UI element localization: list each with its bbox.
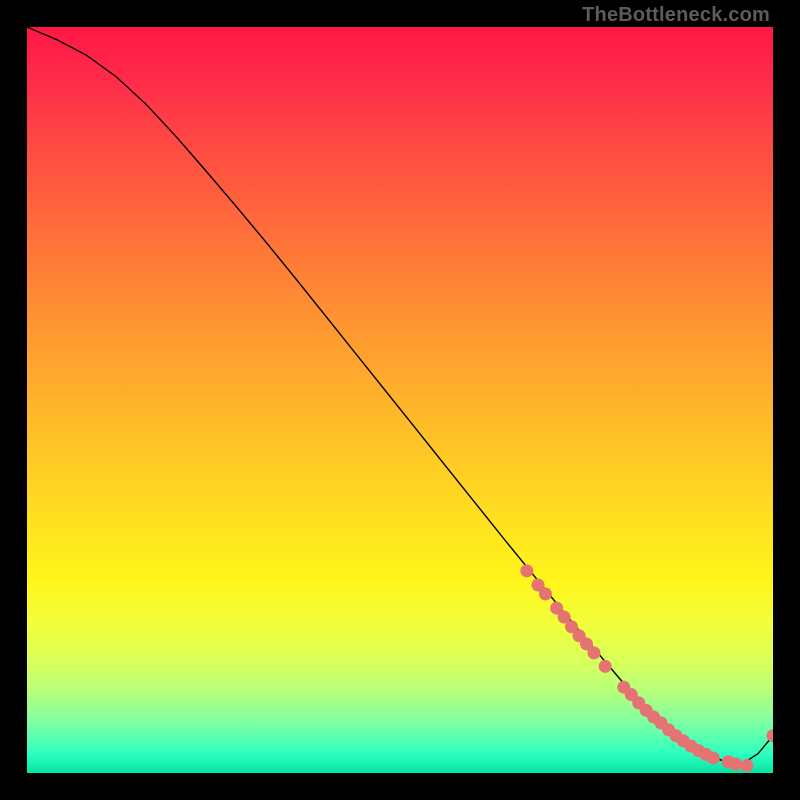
- marker-dot: [539, 587, 552, 600]
- attribution-label: TheBottleneck.com: [582, 4, 770, 27]
- marker-dot: [587, 646, 600, 659]
- marker-group: [520, 564, 773, 772]
- marker-dot: [599, 660, 612, 673]
- bottleneck-curve: [27, 27, 773, 763]
- plot-area: [27, 27, 773, 773]
- chart-overlay: [27, 27, 773, 773]
- chart-stage: TheBottleneck.com: [0, 0, 800, 800]
- marker-dot: [767, 729, 774, 742]
- marker-dot: [740, 759, 753, 772]
- marker-dot: [520, 564, 533, 577]
- marker-dot: [707, 752, 720, 765]
- marker-dot: [729, 758, 742, 771]
